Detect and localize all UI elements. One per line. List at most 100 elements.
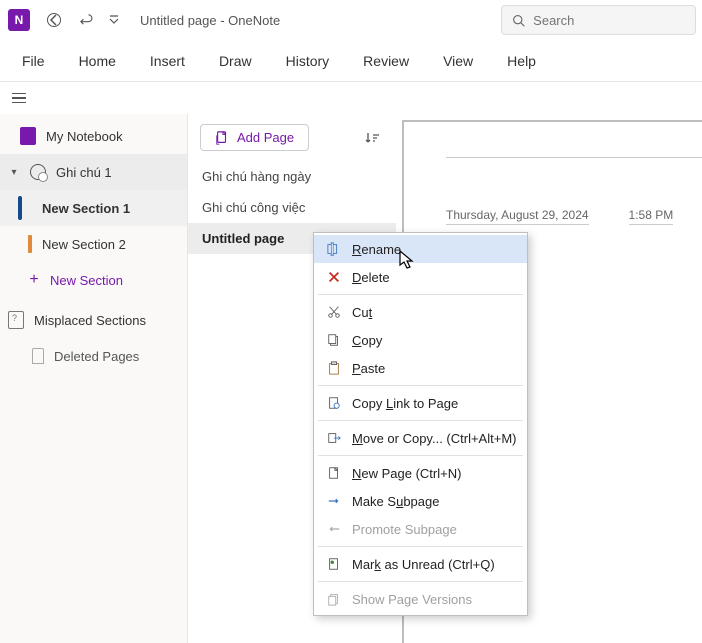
plus-icon: + (28, 271, 40, 289)
delete-icon (326, 269, 342, 285)
misplaced-label: Misplaced Sections (34, 313, 146, 328)
menu-item-move[interactable]: Move or Copy... (Ctrl+Alt+M) (314, 424, 527, 452)
unread-icon (326, 556, 342, 572)
tab-help[interactable]: Help (495, 45, 548, 77)
rename-icon (326, 241, 342, 257)
nav-toggle-bar (0, 82, 702, 114)
tab-home[interactable]: Home (67, 45, 128, 77)
copy-icon (326, 332, 342, 348)
tab-review[interactable]: Review (351, 45, 421, 77)
tab-view[interactable]: View (431, 45, 485, 77)
page-time[interactable]: 1:58 PM (629, 208, 674, 225)
tab-insert[interactable]: Insert (138, 45, 197, 77)
menu-item-newpage[interactable]: New Page (Ctrl+N) (314, 459, 527, 487)
section-item-newsection2[interactable]: New Section 2 (0, 226, 187, 262)
menu-item-copy[interactable]: Copy (314, 326, 527, 354)
notebook-item-mynotebook[interactable]: My Notebook (0, 118, 187, 154)
sort-icon (364, 130, 380, 146)
versions-icon (326, 591, 342, 607)
tab-draw[interactable]: Draw (207, 45, 264, 77)
menu-separator (318, 385, 523, 386)
menu-separator (318, 420, 523, 421)
misplaced-sections-item[interactable]: Misplaced Sections (0, 302, 187, 338)
page-date[interactable]: Thursday, August 29, 2024 (446, 208, 589, 225)
menu-item-label: Show Page Versions (352, 592, 472, 607)
notebook-item-ghichu1[interactable]: ▾ Ghi chú 1 (0, 154, 187, 190)
promote-icon (326, 521, 342, 537)
menu-item-delete[interactable]: Delete (314, 263, 527, 291)
sync-status-icon (30, 164, 46, 180)
menu-item-label: Copy Link to Page (352, 396, 458, 411)
notebook-icon (20, 127, 36, 145)
menu-item-unread[interactable]: Mark as Unread (Ctrl+Q) (314, 550, 527, 578)
notebook-label: Ghi chú 1 (56, 165, 112, 180)
onenote-app-icon[interactable]: N (8, 9, 30, 31)
undo-button[interactable] (72, 6, 100, 34)
page-list-header: Add Page (188, 114, 396, 161)
section-label: New Section 2 (42, 237, 126, 252)
menu-item-versions: Show Page Versions (314, 585, 527, 613)
menu-separator (318, 581, 523, 582)
chevron-down-icon (108, 14, 120, 26)
menu-item-subpage[interactable]: Make Subpage (314, 487, 527, 515)
link-icon (326, 395, 342, 411)
deleted-pages-item[interactable]: Deleted Pages (0, 338, 187, 374)
menu-item-label: Paste (352, 361, 385, 376)
add-page-icon (215, 131, 229, 145)
menu-separator (318, 455, 523, 456)
customize-qat-button[interactable] (104, 6, 124, 34)
newpage-icon (326, 465, 342, 481)
cut-icon (326, 304, 342, 320)
tab-history[interactable]: History (274, 45, 342, 77)
tab-file[interactable]: File (10, 45, 57, 77)
search-box[interactable] (501, 5, 696, 35)
misplaced-icon (8, 311, 24, 329)
page-title-input[interactable] (446, 128, 702, 158)
menu-item-label: Rename (352, 242, 401, 257)
sort-pages-button[interactable] (360, 126, 384, 150)
add-page-label: Add Page (237, 130, 294, 145)
nav-toggle-button[interactable] (8, 86, 32, 110)
section-label: New Section 1 (42, 201, 130, 216)
menu-item-label: Promote Subpage (352, 522, 457, 537)
paste-icon (326, 360, 342, 376)
ribbon-tabs: File Home Insert Draw History Review Vie… (0, 40, 702, 82)
move-icon (326, 430, 342, 446)
chevron-down-icon: ▾ (8, 167, 20, 178)
menu-separator (318, 294, 523, 295)
undo-icon (78, 12, 94, 28)
section-color-icon (28, 235, 32, 253)
menu-item-promote: Promote Subpage (314, 515, 527, 543)
add-page-button[interactable]: Add Page (200, 124, 309, 151)
menu-item-label: Cut (352, 305, 372, 320)
menu-item-label: Move or Copy... (Ctrl+Alt+M) (352, 431, 516, 446)
back-button[interactable] (40, 6, 68, 34)
title-bar: N Untitled page - OneNote (0, 0, 702, 40)
menu-item-label: New Page (Ctrl+N) (352, 466, 461, 481)
menu-item-cut[interactable]: Cut (314, 298, 527, 326)
new-section-label: New Section (50, 273, 123, 288)
search-input[interactable] (533, 13, 685, 28)
notebook-sidebar: My Notebook ▾ Ghi chú 1 New Section 1 Ne… (0, 114, 188, 643)
new-section-button[interactable]: + New Section (0, 262, 187, 298)
window-title: Untitled page - OneNote (140, 13, 280, 28)
subpage-icon (326, 493, 342, 509)
menu-item-label: Delete (352, 270, 390, 285)
deleted-icon (32, 348, 44, 364)
deleted-label: Deleted Pages (54, 349, 139, 364)
menu-item-paste[interactable]: Paste (314, 354, 527, 382)
menu-separator (318, 546, 523, 547)
notebook-label: My Notebook (46, 129, 123, 144)
page-item[interactable]: Ghi chú công việc (188, 192, 396, 223)
back-arrow-icon (46, 12, 62, 28)
menu-item-label: Copy (352, 333, 382, 348)
section-item-newsection1[interactable]: New Section 1 (0, 190, 187, 226)
menu-item-label: Mark as Unread (Ctrl+Q) (352, 557, 495, 572)
menu-item-link[interactable]: Copy Link to Page (314, 389, 527, 417)
search-icon (512, 13, 525, 28)
page-context-menu: Rename Delete Cut Copy Paste Copy Link to Pag… (313, 232, 528, 616)
page-item[interactable]: Ghi chú hàng ngày (188, 161, 396, 192)
menu-item-rename[interactable]: Rename (314, 235, 527, 263)
app-initial: N (15, 13, 24, 27)
menu-item-label: Make Subpage (352, 494, 439, 509)
